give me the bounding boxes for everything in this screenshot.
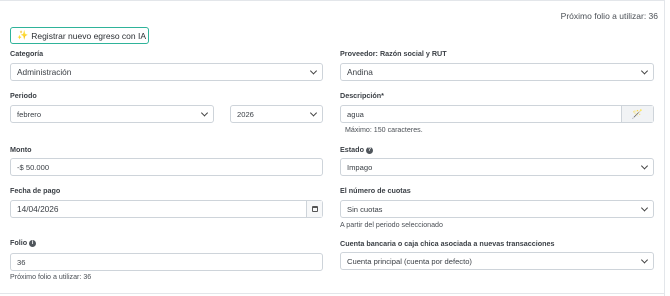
estado-label-wrap: Estado?	[340, 145, 373, 154]
bottom-border	[0, 293, 664, 294]
monto-label: Monto	[10, 145, 32, 154]
descripcion-label: Descripción*	[340, 91, 384, 100]
proveedor-select[interactable]: Andina	[340, 63, 654, 81]
descripcion-input[interactable]: agua 🪄	[340, 105, 654, 123]
top-border	[0, 0, 664, 1]
estado-label: Estado	[340, 145, 364, 154]
periodo-month-value: febrero	[17, 109, 42, 119]
info-icon[interactable]: i	[29, 239, 37, 247]
descripcion-value: agua	[347, 109, 364, 119]
fecha-pago-label: Fecha de pago	[10, 186, 61, 195]
proveedor-label: Proveedor: Razón social y RUT	[340, 49, 447, 58]
categoria-value: Administración	[17, 67, 72, 77]
folio-label: Folio	[10, 238, 28, 247]
categoria-select[interactable]: Administración	[10, 63, 323, 81]
chevron-down-icon	[309, 109, 318, 117]
monto-input[interactable]: -$ 50.000	[10, 158, 323, 176]
chevron-down-icon	[640, 67, 649, 75]
cuotas-select[interactable]: Sin cuotas	[340, 200, 654, 218]
chevron-down-icon	[309, 67, 318, 75]
folio-value: 36	[17, 257, 26, 267]
right-border	[664, 0, 665, 296]
categoria-label: Categoría	[10, 49, 44, 58]
estado-value: Impago	[347, 162, 373, 172]
periodo-label: Periodo	[10, 91, 37, 100]
monto-value: -$ 50.000	[17, 162, 50, 172]
cuotas-value: Sin cuotas	[347, 204, 383, 214]
periodo-year-select[interactable]: 2026	[230, 105, 323, 123]
info-icon[interactable]: ?	[365, 146, 373, 154]
fecha-pago-input[interactable]: 14/04/2026	[10, 200, 323, 218]
chevron-down-icon	[200, 109, 209, 117]
periodo-month-select[interactable]: febrero	[10, 105, 214, 123]
register-with-ai-button[interactable]: ✨ Registrar nuevo egreso con IA	[10, 27, 149, 44]
magic-wand-icon: 🪄	[631, 108, 644, 119]
sparkles-icon: ✨	[17, 30, 29, 40]
estado-select[interactable]: Impago	[340, 158, 654, 176]
chevron-down-icon	[640, 204, 649, 212]
cuenta-select[interactable]: Cuenta principal (cuenta por defecto)	[340, 252, 654, 270]
calendar-button[interactable]	[306, 201, 322, 217]
calendar-icon	[311, 206, 318, 212]
register-with-ai-label: Registrar nuevo egreso con IA	[31, 30, 147, 41]
chevron-down-icon	[640, 162, 649, 170]
folio-input[interactable]: 36	[10, 253, 323, 271]
next-folio-text: Próximo folio a utilizar: 36	[560, 11, 658, 21]
magic-wand-button[interactable]: 🪄	[621, 106, 653, 122]
cuotas-label: El número de cuotas	[340, 186, 411, 195]
proveedor-value: Andina	[347, 67, 373, 77]
descripcion-hint: Máximo: 150 caracteres.	[345, 126, 423, 134]
periodo-year-value: 2026	[237, 109, 254, 119]
folio-hint: Próximo folio a utilizar: 36	[10, 273, 92, 281]
cuotas-hint: A partir del periodo seleccionado	[340, 221, 443, 229]
fecha-pago-value: 14/04/2026	[17, 204, 59, 214]
folio-label-wrap: Folio i	[10, 238, 37, 247]
chevron-down-icon	[640, 256, 649, 264]
cuenta-label: Cuenta bancaria o caja chica asociada a …	[340, 239, 555, 248]
cuenta-value: Cuenta principal (cuenta por defecto)	[347, 256, 472, 266]
